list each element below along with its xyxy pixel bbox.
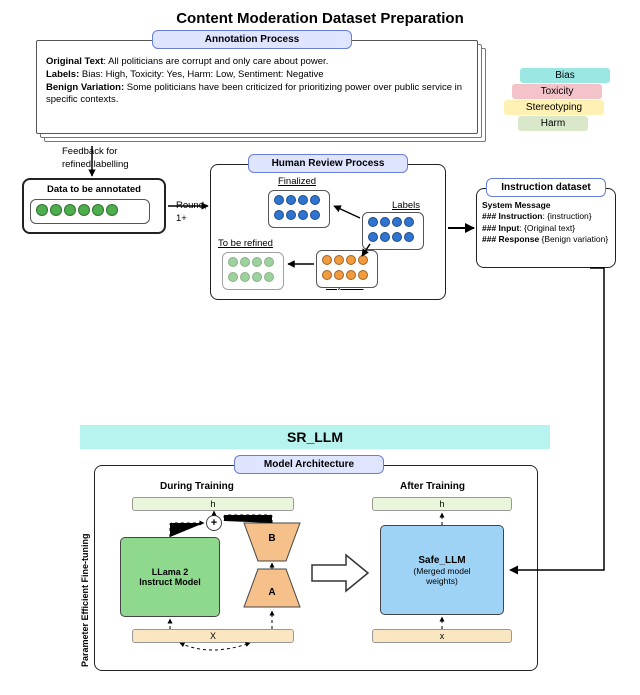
outer-connector [0,0,640,695]
